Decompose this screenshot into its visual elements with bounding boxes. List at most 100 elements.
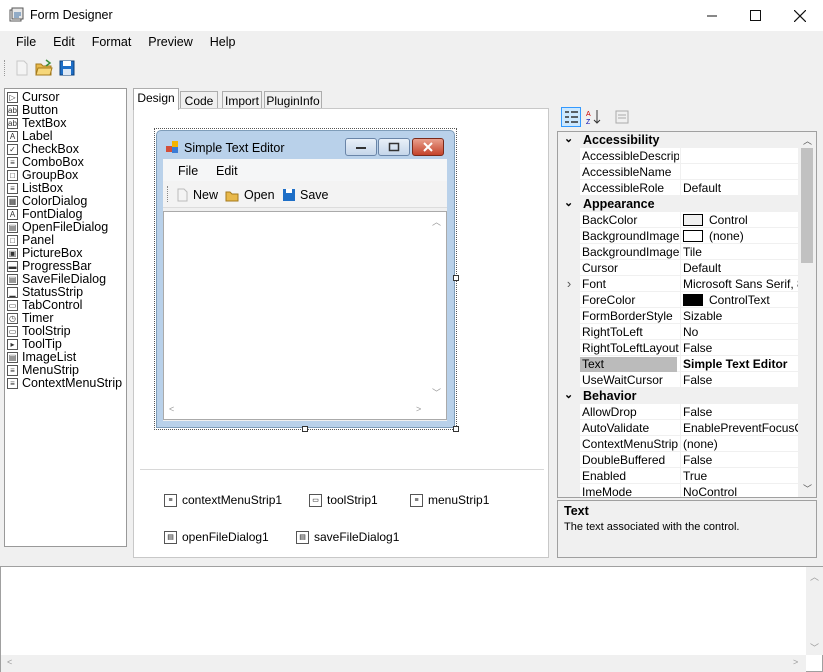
- property-row[interactable]: ›Font Microsoft Sans Serif, 8.25: [558, 276, 799, 292]
- property-value[interactable]: ControlText: [680, 292, 799, 308]
- property-value[interactable]: Control: [680, 212, 799, 228]
- menu-help[interactable]: Help: [202, 31, 245, 55]
- property-value[interactable]: [680, 148, 799, 164]
- tray-item[interactable]: ▭ toolStrip1: [309, 493, 378, 507]
- property-value[interactable]: Simple Text Editor: [680, 356, 799, 372]
- resize-handle-right[interactable]: [453, 275, 459, 281]
- chevron-down-icon[interactable]: ⌄: [564, 196, 573, 209]
- toolbox-list[interactable]: ▷ Cursor ab Button ab TextBox A Label ✓ CheckBox ≡…: [4, 88, 127, 547]
- property-row[interactable]: BackgroundImageLa Tile: [558, 244, 799, 260]
- scroll-up-icon[interactable]: ︿: [803, 134, 812, 147]
- form-minimize-button[interactable]: [345, 138, 377, 156]
- scroll-down-icon[interactable]: ﹀: [432, 386, 441, 399]
- property-value[interactable]: False: [680, 452, 799, 468]
- tray-item[interactable]: ▤ openFileDialog1: [164, 530, 269, 544]
- chevron-down-icon[interactable]: ⌄: [564, 388, 573, 401]
- form-tool-save[interactable]: Save: [300, 188, 329, 202]
- property-row[interactable]: ContextMenuStrip (none): [558, 436, 799, 452]
- property-value[interactable]: True: [680, 468, 799, 484]
- tray-item[interactable]: ≡ menuStrip1: [410, 493, 489, 507]
- scroll-up-icon[interactable]: ︿: [432, 215, 441, 228]
- property-value[interactable]: Default: [680, 260, 799, 276]
- alphabetical-view-button[interactable]: AZ: [584, 107, 604, 127]
- scroll-left-icon[interactable]: <: [169, 404, 174, 414]
- save-icon[interactable]: [58, 59, 76, 77]
- property-row[interactable]: Cursor Default: [558, 260, 799, 276]
- scroll-down-icon[interactable]: ﹀: [810, 641, 819, 654]
- property-row[interactable]: AllowDrop False: [558, 404, 799, 420]
- form-close-button[interactable]: [412, 138, 444, 156]
- tab-code[interactable]: Code: [180, 91, 218, 109]
- property-row[interactable]: RightToLeft No: [558, 324, 799, 340]
- property-row[interactable]: Enabled True: [558, 468, 799, 484]
- property-value[interactable]: False: [680, 372, 799, 388]
- toolbar-grip[interactable]: [4, 60, 7, 76]
- property-row[interactable]: BackgroundImage (none): [558, 228, 799, 244]
- categorized-view-button[interactable]: [561, 107, 581, 127]
- property-category[interactable]: ⌄ Accessibility: [558, 132, 799, 148]
- form-menu-edit[interactable]: Edit: [216, 164, 238, 178]
- property-value[interactable]: (none): [680, 436, 799, 452]
- scrollbar-thumb[interactable]: [801, 148, 813, 263]
- resize-handle-corner[interactable]: [453, 426, 459, 432]
- property-category[interactable]: ⌄ Behavior: [558, 388, 799, 404]
- form-maximize-button[interactable]: [378, 138, 410, 156]
- property-value[interactable]: (none): [680, 228, 799, 244]
- scroll-left-icon[interactable]: <: [7, 657, 12, 667]
- close-button[interactable]: [777, 0, 823, 31]
- property-row[interactable]: Text Simple Text Editor: [558, 356, 799, 372]
- property-value[interactable]: Default: [680, 180, 799, 196]
- form-menu-file[interactable]: File: [178, 164, 198, 178]
- form-tool-open[interactable]: Open: [244, 188, 275, 202]
- property-row[interactable]: BackColor Control: [558, 212, 799, 228]
- property-row[interactable]: AccessibleRole Default: [558, 180, 799, 196]
- property-value[interactable]: Tile: [680, 244, 799, 260]
- property-grid[interactable]: ⌄ Accessibility AccessibleDescriptio Access…: [557, 131, 817, 498]
- minimize-button[interactable]: [689, 0, 735, 31]
- tab-design[interactable]: Design: [133, 88, 179, 110]
- maximize-button[interactable]: [732, 0, 778, 31]
- new-file-icon[interactable]: [13, 59, 31, 77]
- output-vertical-scrollbar[interactable]: ︿ ﹀: [806, 567, 823, 655]
- tray-item[interactable]: ≡ contextMenuStrip1: [164, 493, 282, 507]
- menu-file[interactable]: File: [0, 31, 45, 55]
- scroll-right-icon[interactable]: >: [793, 657, 798, 667]
- property-row[interactable]: ForeColor ControlText: [558, 292, 799, 308]
- scroll-up-icon[interactable]: ︿: [810, 570, 819, 583]
- property-row[interactable]: DoubleBuffered False: [558, 452, 799, 468]
- property-value[interactable]: Sizable: [680, 308, 799, 324]
- property-row[interactable]: AccessibleDescriptio: [558, 148, 799, 164]
- property-value[interactable]: False: [680, 340, 799, 356]
- scroll-right-icon[interactable]: >: [416, 404, 421, 414]
- open-folder-icon[interactable]: [35, 59, 53, 77]
- property-category[interactable]: ⌄ Appearance: [558, 196, 799, 212]
- property-pages-button[interactable]: [612, 107, 632, 127]
- menu-edit[interactable]: Edit: [45, 31, 84, 55]
- property-row[interactable]: AccessibleName: [558, 164, 799, 180]
- property-row[interactable]: FormBorderStyle Sizable: [558, 308, 799, 324]
- property-row[interactable]: ImeMode NoControl: [558, 484, 799, 497]
- chevron-right-icon[interactable]: ›: [558, 276, 580, 292]
- menu-format[interactable]: Format: [84, 31, 141, 55]
- textbox-vertical-scrollbar[interactable]: ︿ ﹀: [428, 212, 445, 402]
- menu-preview[interactable]: Preview: [140, 31, 201, 55]
- property-value[interactable]: NoControl: [680, 484, 799, 497]
- property-value[interactable]: False: [680, 404, 799, 420]
- tab-import[interactable]: Import: [222, 91, 262, 109]
- form-tool-new[interactable]: New: [193, 188, 218, 202]
- tab-plugininfo[interactable]: PluginInfo: [264, 91, 322, 109]
- scroll-down-icon[interactable]: ﹀: [803, 482, 812, 495]
- property-value[interactable]: No: [680, 324, 799, 340]
- tray-item[interactable]: ▤ saveFileDialog1: [296, 530, 399, 544]
- property-value[interactable]: Microsoft Sans Serif, 8.25: [680, 276, 799, 292]
- chevron-down-icon[interactable]: ⌄: [564, 132, 573, 145]
- property-row[interactable]: AutoValidate EnablePreventFocusCha: [558, 420, 799, 436]
- property-value[interactable]: [680, 164, 799, 180]
- property-value[interactable]: EnablePreventFocusCha: [680, 420, 799, 436]
- output-horizontal-scrollbar[interactable]: < >: [1, 655, 806, 672]
- property-row[interactable]: UseWaitCursor False: [558, 372, 799, 388]
- toolbox-item-contextmenustrip[interactable]: ≡ ContextMenuStrip: [5, 377, 126, 390]
- resize-handle-bottom[interactable]: [302, 426, 308, 432]
- textbox-horizontal-scrollbar[interactable]: < >: [164, 402, 428, 419]
- property-row[interactable]: RightToLeftLayout False: [558, 340, 799, 356]
